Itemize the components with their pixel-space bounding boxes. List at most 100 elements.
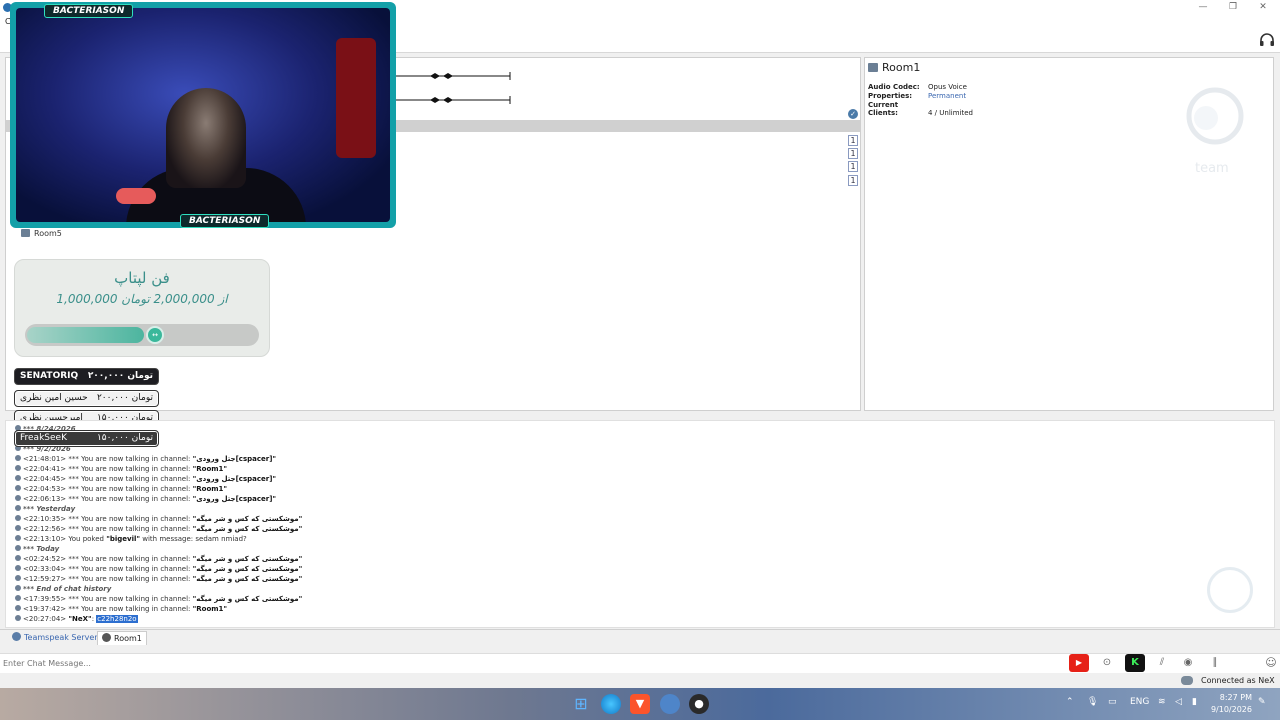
chat-line: <12:59:27> *** You are now talking in ch… (15, 574, 302, 584)
close-button[interactable]: ✕ (1248, 1, 1278, 14)
donor-name: SENATORIQ (20, 371, 79, 381)
display-icon[interactable]: ▭ (1108, 697, 1117, 707)
volume-icon[interactable]: ◁ (1175, 697, 1182, 707)
windows-start-icon[interactable]: ⊞ (571, 694, 591, 714)
tab-room1[interactable]: Room1 (97, 631, 147, 645)
donation-title: فن لپتاپ (114, 269, 170, 287)
chat-text: *** You are now talking in channel: (66, 605, 193, 613)
chat-line: *** Today (15, 544, 59, 554)
tab-server[interactable]: Teamspeak Server (8, 631, 102, 645)
chat-channel-name: "جتل ورودی[cspacer]" (192, 495, 277, 503)
clients-row: Current Clients: 4 / Unlimited (868, 101, 973, 117)
punching-bag (336, 38, 376, 158)
verified-icon: ✓ (848, 109, 858, 119)
clip-icon[interactable]: ∥ (1205, 654, 1225, 672)
chat-line: <17:39:55> *** You are now talking in ch… (15, 594, 302, 604)
properties-link[interactable]: Permanent (928, 92, 966, 100)
webcam-feed (16, 8, 390, 222)
kick-button[interactable]: K (1125, 654, 1145, 672)
chat-channel-name: "Room1" (192, 465, 228, 473)
chat-channel-name: "موشکستی که کس و شر میگه" (192, 575, 303, 583)
chat-timestamp: <22:12:56> (23, 525, 67, 533)
chat-line: <22:10:35> *** You are now talking in ch… (15, 514, 302, 524)
channel-room5[interactable]: Room5 (21, 229, 62, 238)
info-icon (15, 595, 21, 601)
chat-timestamp: <19:37:42> (23, 605, 67, 613)
donor-amount: تومان ۱۵۰,۰۰۰ (96, 433, 153, 443)
chat-text: *** You are now talking in channel: (66, 595, 193, 603)
donation-progress-fill (27, 327, 144, 343)
record-icon[interactable]: ⊙ (1097, 654, 1117, 672)
info-icon (15, 535, 21, 541)
chat-line: *** End of chat history (15, 584, 111, 594)
brand-tag-top: BACTERIASON (44, 4, 134, 18)
attach-icon[interactable]: ⫽ (1152, 654, 1172, 672)
minimize-button[interactable]: — (1188, 1, 1218, 14)
chat-text: with message: sedam nmiad? (140, 535, 247, 543)
channel-icon (868, 63, 878, 72)
wifi-icon[interactable]: ≋ (1158, 697, 1166, 707)
channel-icon (102, 633, 111, 642)
properties-row: Properties: Permanent (868, 92, 966, 100)
chat-text: *** You are now talking in channel: (66, 455, 193, 463)
maximize-button[interactable]: ❐ (1218, 1, 1248, 14)
chat-line: *** Yesterday (15, 504, 75, 514)
chat-timestamp: <02:24:52> (23, 555, 67, 563)
headset-icon[interactable] (1259, 32, 1275, 48)
chat-log[interactable]: *** 8/24/2026nel: "جتل ورودی[cspacer]"**… (5, 420, 1275, 628)
chat-text: *** Today (23, 545, 60, 553)
eye-icon[interactable]: ◉ (1178, 654, 1198, 672)
edge-icon[interactable] (601, 694, 621, 714)
chevron-up-icon[interactable]: ⌃ (1066, 697, 1074, 707)
microphone (116, 188, 156, 204)
donation-progress-knob: ↔ (146, 326, 164, 344)
info-icon (15, 605, 21, 611)
chat-text: *** You are now talking in channel: (66, 575, 193, 583)
teamspeak-logo-watermark: team (1186, 87, 1244, 176)
audio-codec-value: Opus Voice (928, 83, 967, 91)
chat-timestamp: <21:48:01> (23, 455, 67, 463)
chat-channel-name: "NeX" (68, 615, 92, 623)
teamspeak-taskbar-icon[interactable] (660, 694, 680, 714)
notification-icon[interactable]: ✎ (1258, 697, 1266, 707)
brave-icon[interactable]: ▼ (630, 694, 650, 714)
donor-name: FreakSeeK (20, 433, 67, 443)
clock-date[interactable]: 9/10/2026 (1208, 705, 1252, 714)
chat-text: *** You are now talking in channel: (66, 485, 193, 493)
info-icon (15, 495, 21, 501)
chat-input[interactable] (3, 655, 1003, 671)
youtube-button[interactable]: ▶ (1069, 654, 1089, 672)
battery-icon[interactable]: ▮ (1192, 697, 1197, 707)
chat-channel-name: "Room1" (192, 605, 228, 613)
emoji-icon[interactable]: ☺ (1261, 654, 1280, 672)
channel-spacer-art (395, 72, 511, 104)
chat-selected-text[interactable]: c22h28n2o (96, 615, 138, 623)
chat-channel-name: "موشکستی که کس و شر میگه" (192, 525, 303, 533)
clients-label: Current Clients: (868, 101, 899, 117)
info-icon (15, 505, 21, 511)
chat-line: <22:12:56> *** You are now talking in ch… (15, 524, 302, 534)
chat-text: *** You are now talking in channel: (66, 555, 193, 563)
chat-timestamp: <02:33:04> (23, 565, 67, 573)
chat-line: <22:04:41> *** You are now talking in ch… (15, 464, 227, 474)
client-count-badge: 1 (848, 135, 858, 146)
chat-timestamp: <22:04:53> (23, 485, 67, 493)
server-icon (12, 632, 21, 641)
chat-line: <22:06:13> *** You are now talking in ch… (15, 494, 276, 504)
chat-line: <21:48:01> *** You are now talking in ch… (15, 454, 276, 464)
brand-tag-bottom: BACTERIASON (180, 214, 270, 228)
chat-line: <02:24:52> *** You are now talking in ch… (15, 554, 302, 564)
channel-icon (21, 229, 30, 237)
chat-line: <22:13:10> You poked "bigevil" with mess… (15, 534, 247, 544)
obs-icon[interactable]: ● (689, 694, 709, 714)
chat-timestamp: <22:04:45> (23, 475, 67, 483)
chat-line: <22:04:53> *** You are now talking in ch… (15, 484, 227, 494)
properties-label: Properties: (868, 92, 913, 100)
chat-channel-name: "موشکستی که کس و شر میگه" (192, 595, 303, 603)
language-indicator[interactable]: ENG (1130, 697, 1149, 707)
microphone-icon[interactable]: 🎙 (1087, 697, 1098, 707)
clock-time[interactable]: 8:27 PM (1218, 693, 1252, 702)
info-icon (15, 455, 21, 461)
chat-channel-name: "موشکستی که کس و شر میگه" (192, 555, 303, 563)
chat-line: <19:37:42> *** You are now talking in ch… (15, 604, 227, 614)
